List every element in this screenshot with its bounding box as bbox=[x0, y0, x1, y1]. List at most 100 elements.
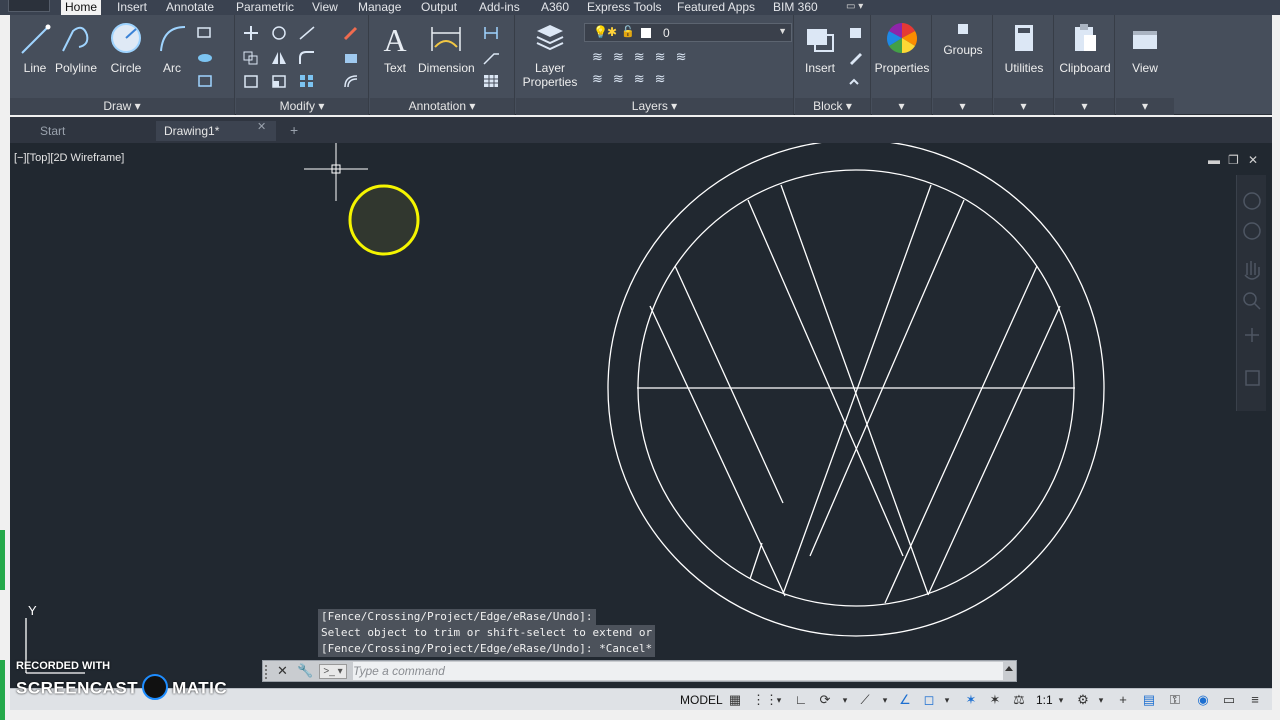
isodraft-dropdown-icon[interactable]: ▾ bbox=[876, 691, 894, 709]
clipboard-tool[interactable]: Clipboard bbox=[1059, 21, 1111, 75]
view-tool[interactable]: View bbox=[1120, 21, 1170, 75]
hardware-acceleration-icon[interactable]: ▭ bbox=[1220, 691, 1238, 709]
autoscale-icon[interactable]: ✶ bbox=[986, 691, 1004, 709]
rectangle-icon[interactable] bbox=[196, 25, 214, 41]
trim-icon[interactable] bbox=[298, 25, 316, 41]
linear-dimension-icon[interactable] bbox=[482, 25, 500, 41]
draw-panel-footer[interactable]: Draw ▾ bbox=[10, 98, 234, 115]
polar-tracking-icon[interactable]: ⟳ bbox=[816, 691, 834, 709]
minimize-viewport-icon[interactable]: ▬ bbox=[1208, 153, 1220, 167]
create-block-icon[interactable] bbox=[847, 25, 865, 41]
viewport-controls-label[interactable]: [−][Top][2D Wireframe] bbox=[14, 152, 124, 164]
new-tab-plus-icon[interactable]: + bbox=[290, 122, 298, 138]
move-icon[interactable] bbox=[242, 25, 260, 41]
annotation-visibility-icon[interactable]: ✶ bbox=[962, 691, 980, 709]
tab-home[interactable]: Home bbox=[61, 0, 102, 15]
model-space-button[interactable]: MODEL bbox=[676, 691, 727, 709]
isodraft-icon[interactable]: ⟋ bbox=[856, 691, 874, 709]
tab-parametric[interactable]: Parametric bbox=[232, 0, 298, 15]
layer-properties-tool[interactable]: Layer Properties bbox=[520, 21, 580, 89]
quick-properties-icon[interactable]: ⚿ bbox=[1166, 691, 1184, 709]
close-tab-icon[interactable]: ✕ bbox=[257, 120, 266, 133]
isolate-objects-icon[interactable]: ◉ bbox=[1194, 691, 1212, 709]
modify-panel-footer[interactable]: Modify ▾ bbox=[236, 98, 368, 115]
table-icon[interactable] bbox=[482, 73, 500, 89]
properties-tool[interactable]: Properties bbox=[874, 21, 930, 75]
panel-clipboard[interactable]: Clipboard ▾ bbox=[1055, 15, 1115, 115]
tab-bim-360[interactable]: BIM 360 bbox=[769, 0, 822, 15]
navigation-bar[interactable] bbox=[1236, 175, 1266, 411]
object-snap-icon[interactable]: ◻ bbox=[920, 691, 938, 709]
tab-insert[interactable]: Insert bbox=[113, 0, 151, 15]
drawing-canvas[interactable]: Y [−][Top][2D Wireframe] ▬ ❐ ✕ bbox=[10, 143, 1272, 688]
units-icon[interactable]: ▤ bbox=[1140, 691, 1158, 709]
fillet-icon[interactable] bbox=[298, 50, 316, 66]
polar-dropdown-icon[interactable]: ▾ bbox=[836, 691, 854, 709]
grid-display-icon[interactable]: ▦ bbox=[726, 691, 744, 709]
rotate-icon[interactable] bbox=[270, 25, 288, 41]
layers-panel-footer[interactable]: Layers ▾ bbox=[516, 98, 793, 115]
annotation-panel-footer[interactable]: Annotation ▾ bbox=[370, 98, 514, 115]
scale-icon[interactable] bbox=[270, 73, 288, 89]
insert-tool[interactable]: Insert bbox=[795, 21, 845, 75]
panel-view[interactable]: View ▾ bbox=[1116, 15, 1174, 115]
workspace-dropdown-icon[interactable]: ▾ bbox=[1092, 691, 1110, 709]
scale-dropdown-icon[interactable]: ▾ bbox=[1052, 691, 1070, 709]
close-command-line-icon[interactable]: ✕ bbox=[277, 663, 288, 679]
arc-tool[interactable]: Arc bbox=[147, 21, 197, 75]
view-panel-footer[interactable]: ▾ bbox=[1116, 98, 1174, 115]
groups-tool[interactable]: Groups bbox=[938, 21, 988, 57]
application-menu-button[interactable] bbox=[8, 0, 50, 12]
circle-tool[interactable]: Circle bbox=[101, 21, 151, 75]
customization-menu-icon[interactable]: ≡ bbox=[1246, 691, 1264, 709]
file-tab-start[interactable]: Start bbox=[10, 121, 154, 141]
dimension-tool[interactable]: Dimension bbox=[418, 21, 475, 75]
block-panel-footer[interactable]: Block ▾ bbox=[795, 98, 870, 115]
stretch-icon[interactable] bbox=[242, 73, 260, 89]
command-prompt-icon[interactable]: >_ ▾ bbox=[319, 664, 347, 679]
utilities-panel-footer[interactable]: ▾ bbox=[994, 98, 1053, 115]
mirror-icon[interactable] bbox=[270, 50, 288, 66]
osnap-dropdown-icon[interactable]: ▾ bbox=[938, 691, 956, 709]
close-viewport-icon[interactable]: ✕ bbox=[1248, 153, 1258, 167]
array-icon[interactable] bbox=[298, 73, 316, 89]
tab-express-tools[interactable]: Express Tools bbox=[583, 0, 665, 15]
edit-attributes-icon[interactable] bbox=[847, 73, 865, 89]
clipboard-panel-footer[interactable]: ▾ bbox=[1055, 98, 1114, 115]
workspace-gear-icon[interactable]: ⚙ bbox=[1074, 691, 1092, 709]
text-tool[interactable]: A Text bbox=[370, 21, 420, 75]
groups-panel-footer[interactable]: ▾ bbox=[933, 98, 992, 115]
edit-block-icon[interactable] bbox=[847, 50, 865, 66]
explode-icon[interactable] bbox=[342, 50, 360, 66]
tab-annotate[interactable]: Annotate bbox=[162, 0, 218, 15]
tab-featured-apps[interactable]: Featured Apps bbox=[673, 0, 759, 15]
panel-utilities[interactable]: Utilities ▾ bbox=[994, 15, 1054, 115]
annotation-scale-value[interactable]: 1:1 bbox=[1036, 691, 1053, 709]
ribbon-options-icon[interactable]: ▭ ▾ bbox=[846, 2, 868, 13]
tab-manage[interactable]: Manage bbox=[354, 0, 405, 15]
customize-wrench-icon[interactable]: 🔧 bbox=[297, 663, 313, 679]
command-line-grip-handle[interactable] bbox=[265, 665, 271, 679]
tab-a360[interactable]: A360 bbox=[537, 0, 573, 15]
ortho-mode-icon[interactable]: ∟ bbox=[792, 691, 810, 709]
object-snap-tracking-icon[interactable]: ∠ bbox=[896, 691, 914, 709]
hatch-icon[interactable] bbox=[196, 50, 214, 66]
copy-icon[interactable] bbox=[242, 50, 260, 66]
offset-icon[interactable] bbox=[342, 73, 360, 89]
utilities-tool[interactable]: Utilities bbox=[999, 21, 1049, 75]
properties-panel-footer[interactable]: ▾ bbox=[872, 98, 931, 115]
command-history-up-icon[interactable] bbox=[1005, 666, 1013, 671]
snap-mode-icon[interactable]: ⋮⋮ bbox=[752, 691, 778, 709]
tab-add-ins[interactable]: Add-ins bbox=[475, 0, 524, 15]
annotation-scale-icon[interactable]: ⚖ bbox=[1010, 691, 1028, 709]
leader-icon[interactable] bbox=[482, 50, 500, 66]
annotation-monitor-icon[interactable]: + bbox=[1114, 691, 1132, 709]
restore-viewport-icon[interactable]: ❐ bbox=[1228, 153, 1239, 167]
snap-dropdown-icon[interactable]: ▾ bbox=[770, 691, 788, 709]
command-input[interactable] bbox=[353, 662, 1003, 680]
panel-properties[interactable]: Properties ▾ bbox=[872, 15, 932, 115]
polyline-tool[interactable]: Polyline bbox=[51, 21, 101, 75]
tab-output[interactable]: Output bbox=[417, 0, 461, 15]
layer-dropdown[interactable]: 💡 ✱ 🔓 0 ▼ bbox=[584, 23, 792, 42]
panel-groups[interactable]: Groups ▾ bbox=[933, 15, 993, 115]
